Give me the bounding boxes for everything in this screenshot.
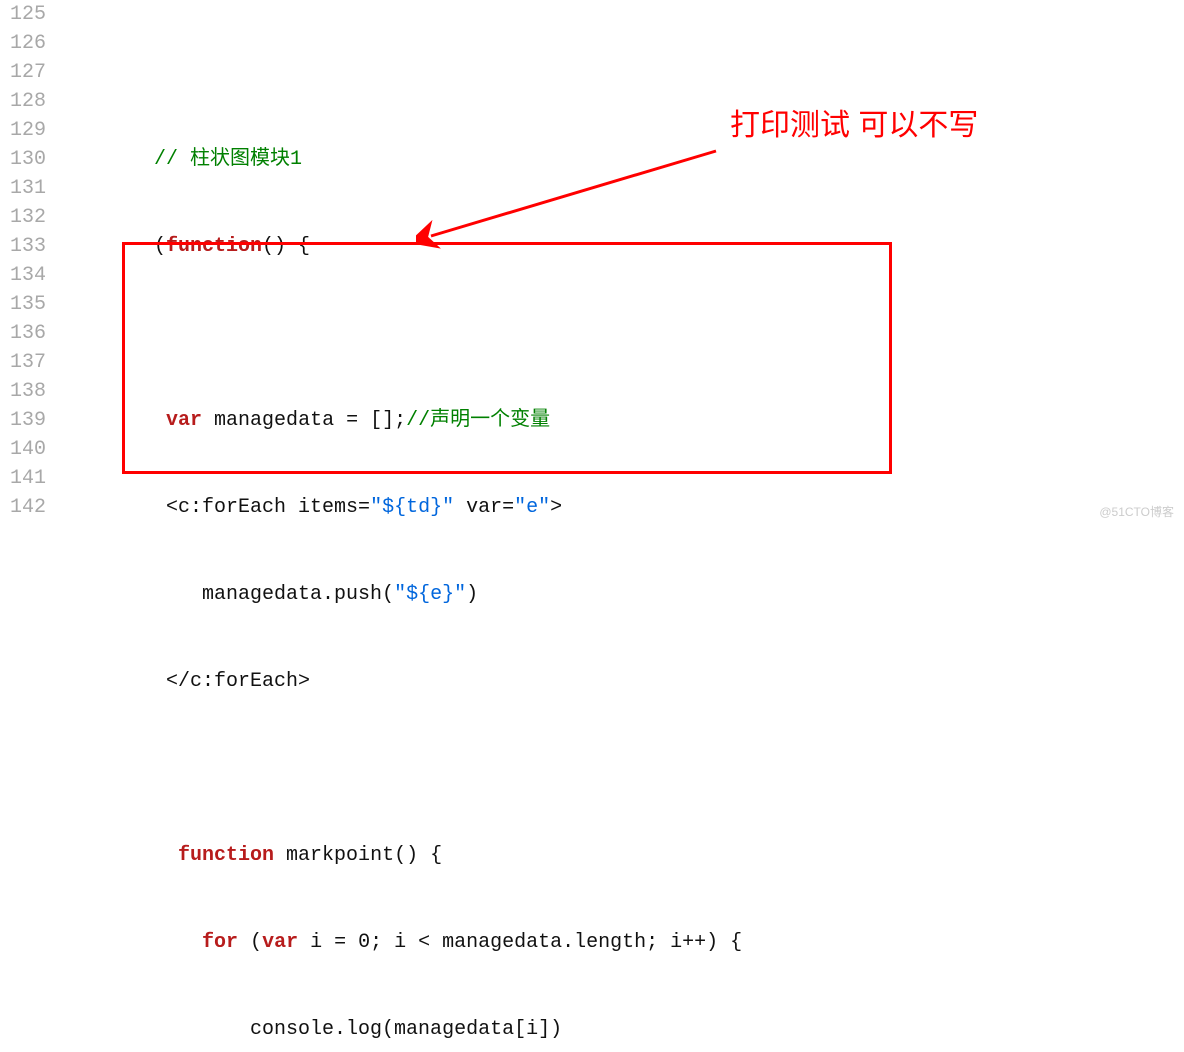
line-number: 127 bbox=[0, 58, 46, 87]
code-line: for (var i = 0; i < managedata.length; i… bbox=[58, 928, 1184, 957]
code-line: // 柱状图模块1 bbox=[58, 145, 1184, 174]
line-number: 128 bbox=[0, 87, 46, 116]
line-number: 137 bbox=[0, 348, 46, 377]
code-line: function markpoint() { bbox=[58, 841, 1184, 870]
line-number: 132 bbox=[0, 203, 46, 232]
code-line: <c:forEach items="${td}" var="e"> bbox=[58, 493, 1184, 522]
line-number: 131 bbox=[0, 174, 46, 203]
code-line: var managedata = [];//声明一个变量 bbox=[58, 406, 1184, 435]
line-number: 138 bbox=[0, 377, 46, 406]
code-editor: 125 126 127 128 129 130 131 132 133 134 … bbox=[0, 0, 1184, 1052]
code-area: // 柱状图模块1 (function() { var managedata =… bbox=[58, 0, 1184, 1052]
line-number-gutter: 125 126 127 128 129 130 131 132 133 134 … bbox=[0, 0, 58, 1052]
line-number: 142 bbox=[0, 493, 46, 522]
line-number: 134 bbox=[0, 261, 46, 290]
code-line: managedata.push("${e}") bbox=[58, 580, 1184, 609]
code-line: console.log(managedata[i]) bbox=[58, 1015, 1184, 1044]
line-number: 136 bbox=[0, 319, 46, 348]
line-number: 125 bbox=[0, 0, 46, 29]
code-line: (function() { bbox=[58, 232, 1184, 261]
watermark: @51CTO博客 bbox=[1099, 503, 1174, 520]
line-number: 129 bbox=[0, 116, 46, 145]
line-number: 140 bbox=[0, 435, 46, 464]
line-number: 139 bbox=[0, 406, 46, 435]
code-line: </c:forEach> bbox=[58, 667, 1184, 696]
line-number: 126 bbox=[0, 29, 46, 58]
line-number: 141 bbox=[0, 464, 46, 493]
code-line bbox=[58, 754, 1184, 783]
annotation-text: 打印测试 可以不写 bbox=[730, 100, 978, 144]
line-number: 135 bbox=[0, 290, 46, 319]
code-line bbox=[58, 319, 1184, 348]
line-number: 133 bbox=[0, 232, 46, 261]
code-line bbox=[58, 58, 1184, 87]
line-number: 130 bbox=[0, 145, 46, 174]
